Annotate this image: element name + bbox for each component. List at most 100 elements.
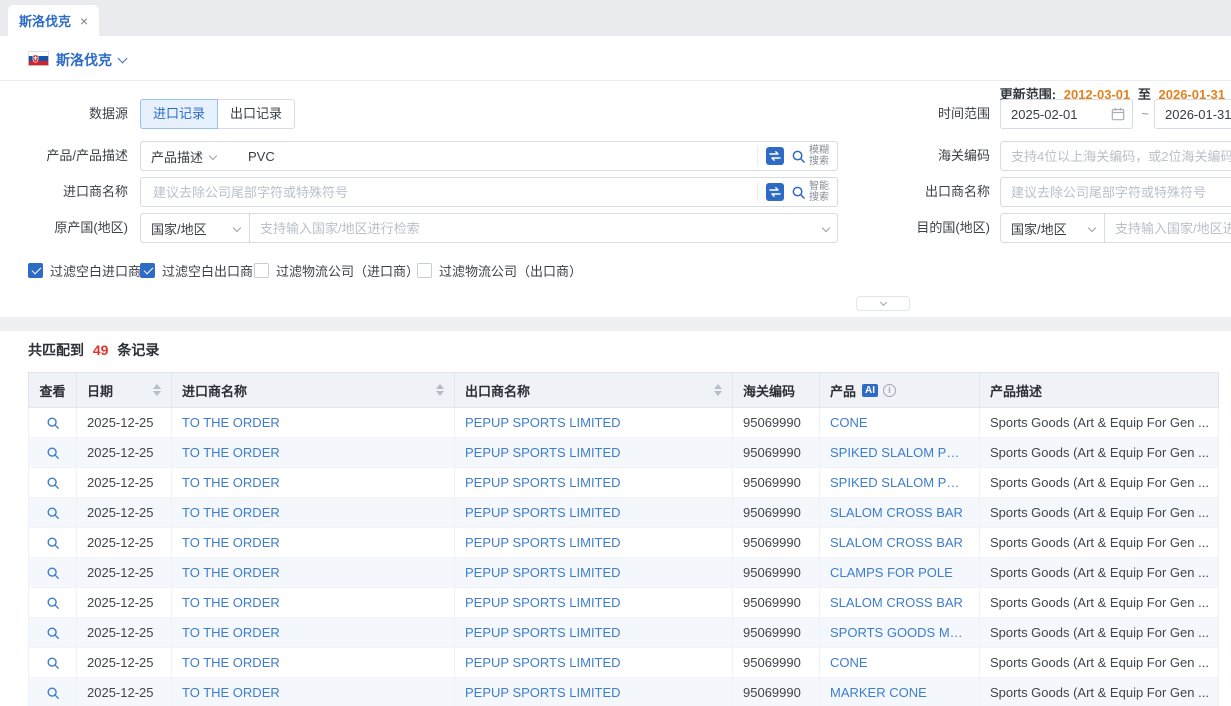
- sort-icon[interactable]: [428, 384, 444, 396]
- origin-country-select[interactable]: 国家/地区: [140, 213, 250, 243]
- smart-search-label-line1: 智能: [809, 181, 829, 192]
- header-exporter[interactable]: 出口商名称: [455, 373, 733, 407]
- view-record-button[interactable]: [46, 626, 60, 640]
- sort-icon[interactable]: [145, 384, 161, 396]
- product-search-input[interactable]: [236, 143, 757, 169]
- slovakia-flag-icon: [28, 51, 49, 66]
- cell-description: Sports Goods (Art & Equip For Gen ...: [980, 498, 1219, 528]
- translate-icon[interactable]: [766, 147, 784, 165]
- view-record-button[interactable]: [46, 536, 60, 550]
- view-record-button[interactable]: [46, 566, 60, 580]
- exporter-input[interactable]: [1000, 177, 1231, 207]
- table-row: 2025-12-25 TO THE ORDER PEPUP SPORTS LIM…: [28, 468, 1219, 498]
- cell-importer-link[interactable]: TO THE ORDER: [182, 445, 280, 460]
- ai-badge: AI: [862, 384, 878, 397]
- importer-search-input[interactable]: [141, 179, 757, 205]
- magnifier-icon: [46, 476, 60, 490]
- cell-importer-link[interactable]: TO THE ORDER: [182, 565, 280, 580]
- view-record-button[interactable]: [46, 596, 60, 610]
- header-importer[interactable]: 进口商名称: [172, 373, 455, 407]
- filter-logistics-importer-checkbox[interactable]: 过滤物流公司（进口商）: [254, 260, 419, 280]
- collapse-filters-button[interactable]: [856, 296, 910, 311]
- translate-icon[interactable]: [766, 183, 784, 201]
- search-icon: [791, 185, 806, 200]
- cell-product-link[interactable]: SLALOM CROSS BAR: [830, 535, 963, 550]
- tab-close-icon[interactable]: [80, 14, 88, 28]
- date-end-input[interactable]: [1154, 99, 1231, 129]
- filter-blank-exporter-checkbox[interactable]: 过滤空白出口商: [140, 260, 253, 280]
- checkbox-checked-icon: [28, 263, 43, 278]
- smart-search-label-line2: 搜索: [809, 192, 829, 203]
- cell-product-link[interactable]: SPORTS GOODS MAR...: [830, 625, 969, 640]
- checkbox-checked-icon: [140, 263, 155, 278]
- origin-country-input[interactable]: [249, 213, 838, 243]
- dest-country-input[interactable]: [1104, 213, 1231, 243]
- cell-product-link[interactable]: SLALOM CROSS BAR: [830, 595, 963, 610]
- magnifier-icon: [46, 686, 60, 700]
- view-record-button[interactable]: [46, 446, 60, 460]
- fuzzy-search-label-line1: 模糊: [809, 145, 829, 156]
- filter-blank-importer-checkbox[interactable]: 过滤空白进口商: [28, 260, 141, 280]
- origin-country-label: 原产国(地区): [0, 213, 128, 243]
- checkbox-unchecked-icon: [254, 263, 269, 278]
- cell-product-link[interactable]: SLALOM CROSS BAR: [830, 505, 963, 520]
- cell-exporter-link[interactable]: PEPUP SPORTS LIMITED: [465, 655, 621, 670]
- view-record-button[interactable]: [46, 476, 60, 490]
- country-selector[interactable]: 斯洛伐克: [56, 50, 112, 70]
- info-icon[interactable]: [883, 384, 896, 397]
- magnifier-icon: [46, 566, 60, 580]
- header-importer-label: 进口商名称: [182, 381, 247, 400]
- cell-product-link[interactable]: CONE: [830, 415, 868, 430]
- summary-suffix: 条记录: [117, 342, 159, 358]
- table-row: 2025-12-25 TO THE ORDER PEPUP SPORTS LIM…: [28, 648, 1219, 678]
- import-records-toggle[interactable]: 进口记录: [140, 99, 218, 129]
- cell-exporter-link[interactable]: PEPUP SPORTS LIMITED: [465, 445, 621, 460]
- cell-product-link[interactable]: SPIKED SLALOM POLE: [830, 445, 969, 460]
- product-field-select[interactable]: 产品描述: [141, 147, 236, 166]
- dest-country-select[interactable]: 国家/地区: [1000, 213, 1105, 243]
- cell-description: Sports Goods (Art & Equip For Gen ...: [980, 408, 1219, 438]
- cell-exporter-link[interactable]: PEPUP SPORTS LIMITED: [465, 565, 621, 580]
- cell-exporter-link[interactable]: PEPUP SPORTS LIMITED: [465, 535, 621, 550]
- cell-product-link[interactable]: CLAMPS FOR POLE: [830, 565, 953, 580]
- cell-hs-code: 95069990: [733, 498, 820, 528]
- cell-importer-link[interactable]: TO THE ORDER: [182, 535, 280, 550]
- cell-importer-link[interactable]: TO THE ORDER: [182, 655, 280, 670]
- export-records-toggle[interactable]: 出口记录: [217, 99, 295, 129]
- cell-importer-link[interactable]: TO THE ORDER: [182, 415, 280, 430]
- cell-importer-link[interactable]: TO THE ORDER: [182, 505, 280, 520]
- cell-date: 2025-12-25: [77, 498, 172, 528]
- data-source-toggle: 进口记录 出口记录: [140, 99, 295, 129]
- cell-product-link[interactable]: SPIKED SLALOM POLE: [830, 475, 969, 490]
- view-record-button[interactable]: [46, 686, 60, 700]
- cell-importer-link[interactable]: TO THE ORDER: [182, 625, 280, 640]
- cell-exporter-link[interactable]: PEPUP SPORTS LIMITED: [465, 625, 621, 640]
- cell-description: Sports Goods (Art & Equip For Gen ...: [980, 438, 1219, 468]
- header-description: 产品描述: [980, 373, 1219, 407]
- exporter-field: [1000, 177, 1231, 207]
- cell-exporter-link[interactable]: PEPUP SPORTS LIMITED: [465, 475, 621, 490]
- view-record-button[interactable]: [46, 416, 60, 430]
- cell-exporter-link[interactable]: PEPUP SPORTS LIMITED: [465, 685, 621, 700]
- header-hs-code: 海关编码: [733, 373, 820, 407]
- filter-logistics-exporter-checkbox[interactable]: 过滤物流公司（出口商）: [417, 260, 582, 280]
- cell-importer-link[interactable]: TO THE ORDER: [182, 685, 280, 700]
- cell-product-link[interactable]: CONE: [830, 655, 868, 670]
- cell-exporter-link[interactable]: PEPUP SPORTS LIMITED: [465, 505, 621, 520]
- chevron-down-icon[interactable]: [118, 54, 128, 64]
- hs-code-input[interactable]: [1000, 141, 1231, 171]
- cell-product-link[interactable]: MARKER CONE: [830, 685, 927, 700]
- tab-slovakia[interactable]: 斯洛伐克: [8, 5, 99, 36]
- cell-importer-link[interactable]: TO THE ORDER: [182, 475, 280, 490]
- view-record-button[interactable]: [46, 506, 60, 520]
- cell-importer-link[interactable]: TO THE ORDER: [182, 595, 280, 610]
- cell-exporter-link[interactable]: PEPUP SPORTS LIMITED: [465, 595, 621, 610]
- smart-search-button[interactable]: 智能 搜索: [791, 181, 829, 203]
- header-date[interactable]: 日期: [77, 373, 172, 407]
- cell-date: 2025-12-25: [77, 618, 172, 648]
- fuzzy-search-button[interactable]: 模糊 搜索: [791, 145, 829, 167]
- cell-exporter-link[interactable]: PEPUP SPORTS LIMITED: [465, 415, 621, 430]
- view-record-button[interactable]: [46, 656, 60, 670]
- sort-icon[interactable]: [706, 384, 722, 396]
- table-row: 2025-12-25 TO THE ORDER PEPUP SPORTS LIM…: [28, 438, 1219, 468]
